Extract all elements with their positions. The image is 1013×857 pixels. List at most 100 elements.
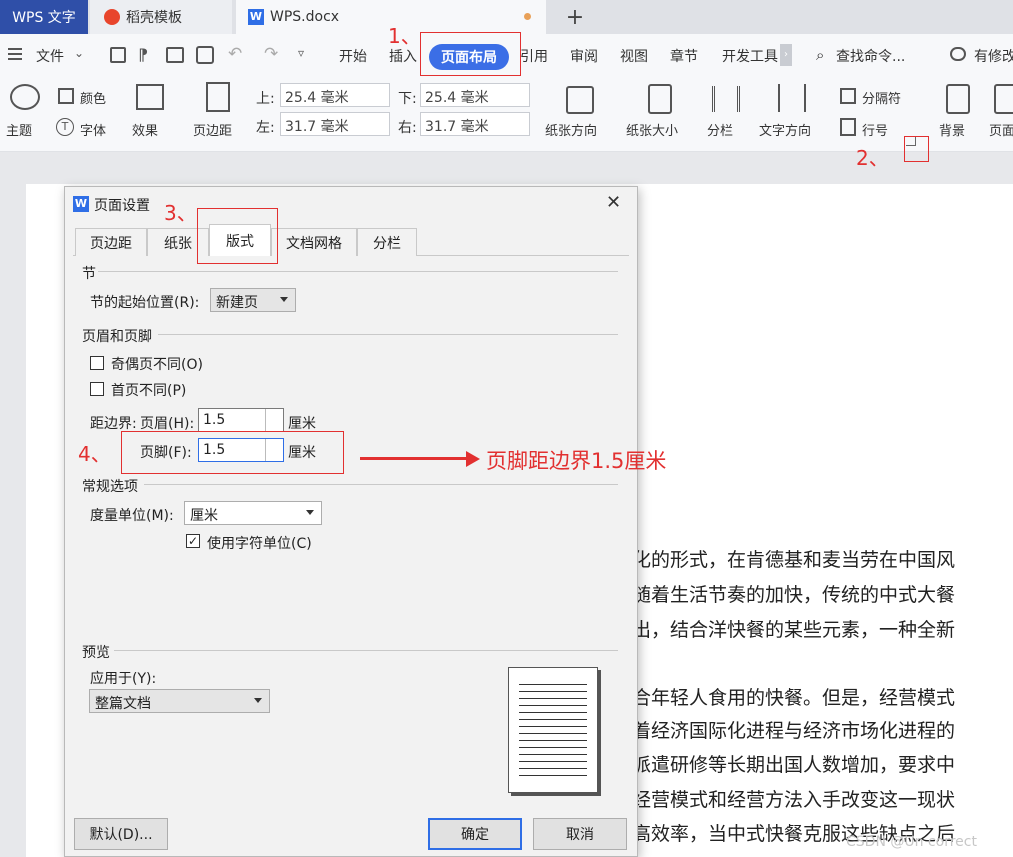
step-4-highlight: [121, 431, 344, 474]
title-tab-bar: WPS 文字 稻壳模板 W WPS.docx +: [0, 0, 1013, 34]
header-unit[interactable]: 厘米: [288, 413, 316, 433]
line-number-icon: [840, 118, 856, 136]
menu-view[interactable]: 视图: [620, 46, 648, 66]
menu-start[interactable]: 开始: [339, 46, 367, 66]
ok-button[interactable]: 确定: [428, 818, 522, 850]
file-menu[interactable]: 文件: [36, 46, 64, 66]
text-direction-button[interactable]: 文字方向: [759, 120, 811, 139]
odd-even-checkbox[interactable]: [90, 356, 104, 370]
step-4-label: 4、: [78, 442, 111, 466]
close-icon[interactable]: ✕: [606, 192, 621, 213]
tab-template[interactable]: 稻壳模板: [90, 0, 232, 34]
separator-button[interactable]: 分隔符: [862, 88, 901, 107]
first-page-checkbox[interactable]: [90, 382, 104, 396]
dialog-title: 页面设置: [94, 198, 150, 214]
left-margin-input[interactable]: 31.7 毫米: [280, 112, 390, 136]
tab-label: WPS.docx: [270, 9, 340, 25]
distance-label: 距边界:: [90, 416, 137, 432]
divider: [98, 271, 618, 272]
first-page-label: 首页不同(P): [111, 383, 187, 399]
theme-palette-icon[interactable]: [10, 84, 40, 110]
apply-to-value: 整篇文档: [95, 696, 151, 712]
scroll-right-icon[interactable]: ›: [780, 44, 792, 66]
top-margin-input[interactable]: 25.4 毫米: [280, 83, 390, 107]
menu-developer[interactable]: 开发工具: [722, 46, 778, 66]
right-margin-input[interactable]: 31.7 毫米: [420, 112, 530, 136]
tab-doc-grid[interactable]: 文档网格: [271, 228, 357, 256]
char-unit-checkbox[interactable]: ✓: [186, 534, 200, 548]
font-button[interactable]: 字体: [80, 120, 106, 139]
color-button[interactable]: 颜色: [80, 88, 106, 107]
menu-references[interactable]: 引用: [520, 46, 548, 66]
doc-line: 着经济国际化进程与经济市场化进程的: [632, 720, 956, 742]
doc-line: 派遣研修等长期出国人数增加，要求中: [632, 754, 956, 776]
tab-columns[interactable]: 分栏: [357, 228, 417, 256]
effects-icon: [136, 84, 164, 110]
tab-margins[interactable]: 页边距: [75, 228, 147, 256]
text-direction-icon: [778, 84, 806, 112]
effects-button[interactable]: 效果: [132, 120, 158, 139]
odd-even-label: 奇偶页不同(O): [111, 357, 203, 373]
divider: [158, 334, 618, 335]
print-preview-icon[interactable]: [196, 46, 214, 64]
step-1-highlight: [420, 32, 521, 76]
more-icon[interactable]: ▿: [298, 46, 304, 60]
page-border-button[interactable]: 页面: [989, 120, 1013, 139]
arrow-line: [360, 457, 470, 460]
menu-chapter[interactable]: 章节: [670, 46, 698, 66]
unsaved-dot-icon: [524, 13, 531, 20]
redo-icon[interactable]: ↷: [264, 44, 278, 64]
menu-insert[interactable]: 插入: [389, 46, 417, 66]
default-button[interactable]: 默认(D)...: [74, 818, 168, 850]
header-distance-input[interactable]: 1.5: [198, 408, 284, 432]
step-1-label: 1、: [388, 24, 421, 48]
command-search[interactable]: 查找命令...: [836, 46, 905, 66]
word-doc-icon: W: [248, 9, 264, 25]
section-start-select[interactable]: 新建页: [210, 288, 296, 312]
header-footer-heading: 页眉和页脚: [82, 329, 152, 345]
arrow-note: 页脚距边界1.5厘米: [486, 449, 667, 473]
step-2-label: 2、: [856, 146, 889, 170]
chevron-down-icon[interactable]: ⌄: [74, 46, 84, 60]
step-3-label: 3、: [164, 201, 197, 225]
tab-label: 稻壳模板: [126, 10, 182, 26]
line-number-button[interactable]: 行号: [862, 120, 888, 139]
search-icon[interactable]: ⌕: [816, 46, 824, 64]
modified-status[interactable]: 有修改: [974, 46, 1013, 66]
print-icon[interactable]: [166, 47, 184, 63]
cancel-button[interactable]: 取消: [533, 818, 627, 850]
preview-page: [508, 667, 598, 793]
paper-size-icon: [648, 84, 672, 114]
header-distance-value: 1.5: [203, 412, 226, 428]
new-tab-button[interactable]: +: [560, 0, 590, 34]
cloud-icon: [950, 47, 966, 61]
spinner-icon[interactable]: [265, 409, 283, 431]
margin-icon: [206, 82, 230, 112]
section-start-value: 新建页: [216, 295, 258, 311]
hamburger-icon[interactable]: [8, 48, 22, 60]
font-icon: T: [56, 118, 74, 136]
doc-line: 化的形式，在肯德基和麦当劳在中国风: [632, 549, 956, 571]
paper-size-button[interactable]: 纸张大小: [626, 120, 678, 139]
menu-review[interactable]: 审阅: [570, 46, 598, 66]
save-icon[interactable]: [110, 47, 126, 63]
columns-button[interactable]: 分栏: [707, 120, 733, 139]
wps-app-icon: W: [73, 196, 89, 212]
orientation-button[interactable]: 纸张方向: [545, 120, 597, 139]
undo-icon[interactable]: ↶: [228, 44, 242, 64]
measure-unit-label: 度量单位(M):: [90, 508, 174, 524]
background-button[interactable]: 背景: [939, 120, 965, 139]
measure-unit-select[interactable]: 厘米: [184, 501, 322, 525]
theme-button[interactable]: 主题: [6, 120, 32, 139]
margin-button[interactable]: 页边距: [193, 120, 232, 139]
apply-to-select[interactable]: 整篇文档: [89, 689, 270, 713]
bottom-margin-input[interactable]: 25.4 毫米: [420, 83, 530, 107]
doc-line: 出，结合洋快餐的某些元素，一种全新: [632, 619, 956, 641]
format-painter-icon[interactable]: ⁋: [138, 45, 148, 64]
char-unit-label: 使用字符单位(C): [207, 536, 312, 552]
tab-wps-writer[interactable]: WPS 文字: [0, 0, 88, 34]
arrow-head-icon: [466, 451, 480, 467]
preview-heading: 预览: [82, 645, 110, 661]
watermark: CSDN @Un correct: [846, 834, 977, 850]
step-2-highlight: [904, 136, 929, 162]
